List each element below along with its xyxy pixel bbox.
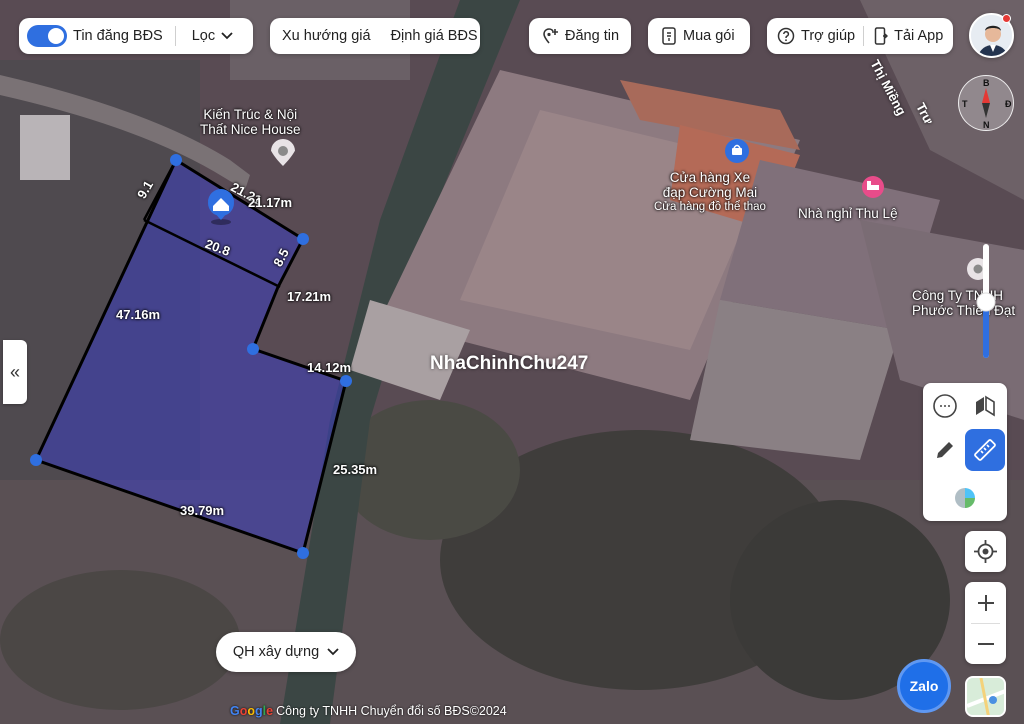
zalo-label: Zalo — [909, 678, 939, 694]
measure-label: 21.17m — [248, 195, 293, 210]
measure-label: 47.16m — [116, 307, 161, 322]
watermark: NhaChinhChu247 — [430, 353, 589, 374]
chevron-down-icon — [221, 32, 233, 40]
map-tools-panel — [923, 383, 1007, 521]
parcel-vertex[interactable] — [30, 454, 42, 466]
parcel-vertex[interactable] — [170, 154, 182, 166]
map-type-button[interactable] — [965, 676, 1006, 717]
zoom-slider[interactable] — [976, 244, 996, 362]
ruler-icon — [974, 439, 996, 461]
download-app-button[interactable]: Tải App — [864, 18, 951, 54]
filter-button[interactable]: Lọc — [176, 18, 245, 54]
compass[interactable]: B N T Đ — [958, 75, 1014, 131]
zoning-layer-button[interactable]: QH xây dựng — [216, 632, 356, 672]
price-tools-bar: Xu hướng giá Định giá BĐS — [270, 18, 480, 54]
compass-needle-icon — [982, 88, 990, 118]
draw-button[interactable] — [928, 433, 962, 467]
parcel-vertex[interactable] — [297, 233, 309, 245]
tree-cluster — [0, 570, 240, 710]
price-trend-button[interactable]: Xu hướng giá — [270, 18, 379, 54]
map-layer-icon — [967, 678, 1004, 715]
pencil-icon — [937, 442, 953, 458]
zoning-label: QH xây dựng — [232, 644, 320, 660]
map-attribution: Google Công ty TNHH Chuyển đổi số BĐS©20… — [230, 704, 507, 718]
help-label: Trợ giúp — [801, 28, 856, 44]
crosshair-icon — [974, 540, 997, 563]
valuation-button[interactable]: Định giá BĐS — [379, 18, 486, 54]
buy-package-content: Mua gói — [648, 18, 748, 54]
measure-label: 14.12m — [307, 360, 352, 375]
help-icon — [777, 27, 795, 45]
plus-icon — [977, 594, 994, 611]
zoom-out-button[interactable] — [965, 623, 1006, 664]
pie-chart-icon — [955, 488, 975, 508]
measure-label: 25.35m — [333, 462, 378, 477]
parcel-vertex[interactable] — [340, 375, 352, 387]
price-trend-label: Xu hướng giá — [282, 28, 371, 44]
split-view-icon — [976, 395, 995, 417]
zoom-slider-handle — [976, 292, 996, 312]
dashed-circle-icon — [933, 394, 957, 418]
measure-label: 17.21m — [287, 289, 332, 304]
download-app-label: Tải App — [894, 28, 944, 44]
help-button[interactable]: Trợ giúp — [767, 18, 863, 54]
shop-pin-icon[interactable] — [725, 139, 749, 163]
minus-icon — [977, 642, 994, 645]
phone-download-icon — [874, 27, 889, 45]
measure-label: 39.79m — [180, 503, 225, 518]
post-listing-content: Đăng tin — [529, 18, 631, 54]
parcel-vertex[interactable] — [247, 343, 259, 355]
receipt-icon — [662, 27, 676, 45]
listing-toggle-label: Tin đăng BĐS — [73, 28, 163, 44]
help-app-bar: Trợ giúp Tải App — [767, 18, 953, 54]
valuation-label: Định giá BĐS — [390, 28, 478, 44]
chevron-down-icon — [327, 648, 339, 656]
listing-filter-bar: Tin đăng BĐS Lọc — [19, 18, 253, 54]
filter-label: Lọc — [191, 28, 216, 44]
buy-package-label: Mua gói — [683, 28, 735, 44]
hotel-pin-icon[interactable] — [862, 176, 884, 198]
listing-toggle[interactable]: Tin đăng BĐS — [19, 18, 175, 54]
zoom-controls — [965, 582, 1006, 664]
zoom-in-button[interactable] — [965, 582, 1006, 623]
google-logo: Google — [230, 704, 274, 718]
building-roof — [20, 115, 70, 180]
zalo-chat-button[interactable]: Zalo — [897, 659, 951, 713]
parcel-vertex[interactable] — [297, 547, 309, 559]
planning-layer-button[interactable] — [948, 481, 982, 515]
measure-button[interactable] — [965, 429, 1005, 471]
post-listing-button[interactable]: Đăng tin — [529, 18, 631, 54]
attribution-text: Công ty TNHH Chuyển đổi số BĐS©2024 — [276, 704, 507, 718]
buy-package-button[interactable]: Mua gói — [648, 18, 750, 54]
poi-label-hotel[interactable]: Nhà nghỉ Thu Lệ — [798, 206, 898, 221]
compare-button[interactable] — [968, 389, 1002, 423]
add-location-icon — [543, 28, 558, 44]
poi-label-company[interactable]: Công Ty TNHH Phước Thiên Đạt — [912, 288, 1015, 318]
circle-select-button[interactable] — [928, 389, 962, 423]
notification-dot — [1002, 14, 1011, 23]
toggle-switch[interactable] — [27, 25, 67, 47]
post-label: Đăng tin — [565, 28, 620, 44]
poi-label-nice-house[interactable]: Kiến Trúc & Nội Thất Nice House — [200, 107, 301, 137]
poi-label-bike-shop[interactable]: Cửa hàng Xe đạp Cường Mai Cửa hàng đồ th… — [654, 170, 766, 215]
my-location-button[interactable] — [965, 531, 1006, 572]
expand-panel-button[interactable]: « — [3, 340, 27, 404]
double-chevron-left-icon: « — [9, 361, 20, 382]
